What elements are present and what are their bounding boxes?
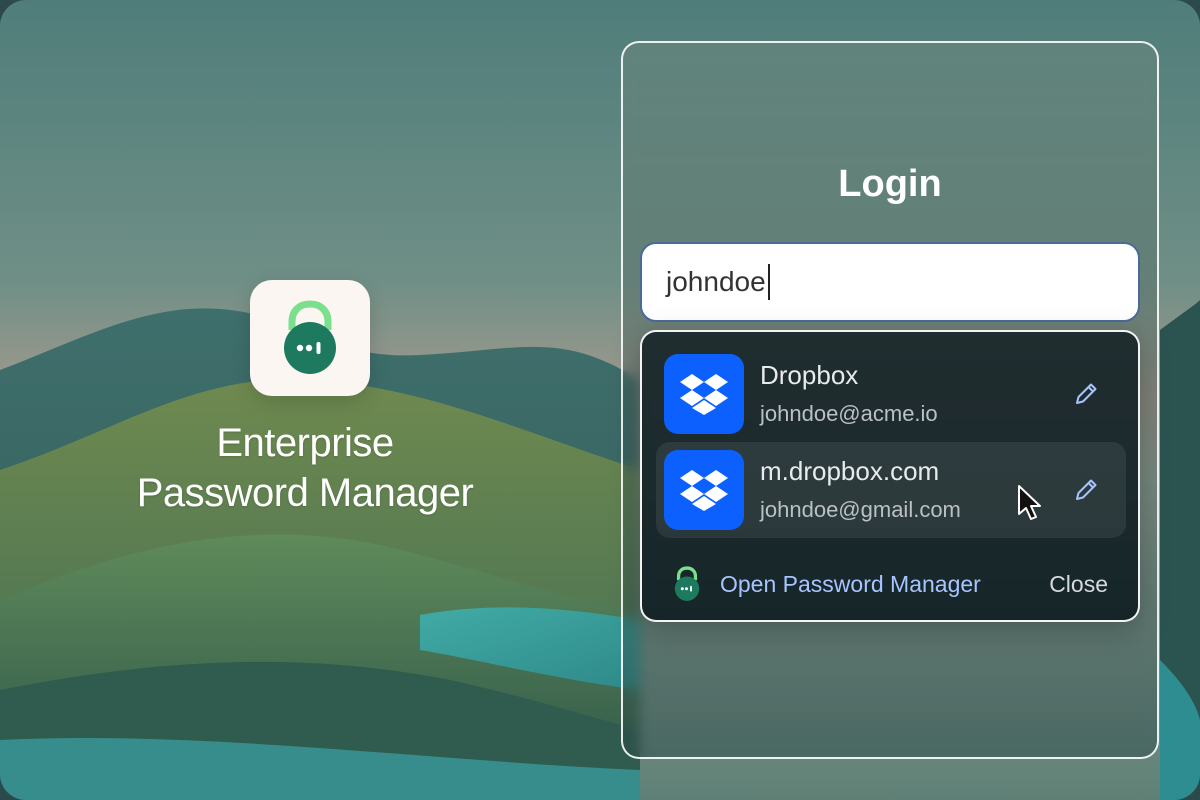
lock-icon — [670, 562, 704, 606]
dropbox-icon — [664, 354, 744, 434]
dropbox-icon — [664, 450, 744, 530]
mouse-cursor-icon — [1018, 485, 1041, 520]
app-name: Enterprise Password Manager — [100, 418, 510, 518]
autofill-dropdown: Dropbox johndoe@acme.io m.dropbox.com jo… — [640, 330, 1140, 622]
suggestion-item[interactable]: Dropbox johndoe@acme.io — [656, 346, 1126, 442]
screen: Enterprise Password Manager Login johndo… — [0, 0, 1200, 800]
suggestion-item[interactable]: m.dropbox.com johndoe@gmail.com — [656, 442, 1126, 538]
login-input-value: johndoe — [666, 266, 766, 297]
app-name-line1: Enterprise — [216, 421, 394, 465]
suggestion-site: Dropbox — [760, 360, 859, 390]
app-name-line2: Password Manager — [136, 471, 474, 515]
text-caret — [767, 264, 770, 300]
suggestion-site: m.dropbox.com — [760, 456, 940, 486]
app-logo — [250, 280, 370, 396]
open-password-manager-link[interactable]: Open Password Manager — [720, 571, 981, 598]
close-button[interactable]: Close — [1049, 571, 1108, 598]
login-title: Login — [838, 163, 942, 205]
edit-button[interactable] — [1066, 470, 1106, 510]
dropdown-footer: Open Password Manager Close — [670, 562, 1108, 606]
pencil-icon — [1076, 383, 1097, 404]
lock-icon — [284, 300, 336, 374]
pencil-icon — [1076, 479, 1097, 500]
suggestion-account: johndoe@acme.io — [760, 401, 938, 426]
edit-button[interactable] — [1066, 374, 1106, 414]
login-input[interactable]: johndoe — [640, 242, 1140, 322]
